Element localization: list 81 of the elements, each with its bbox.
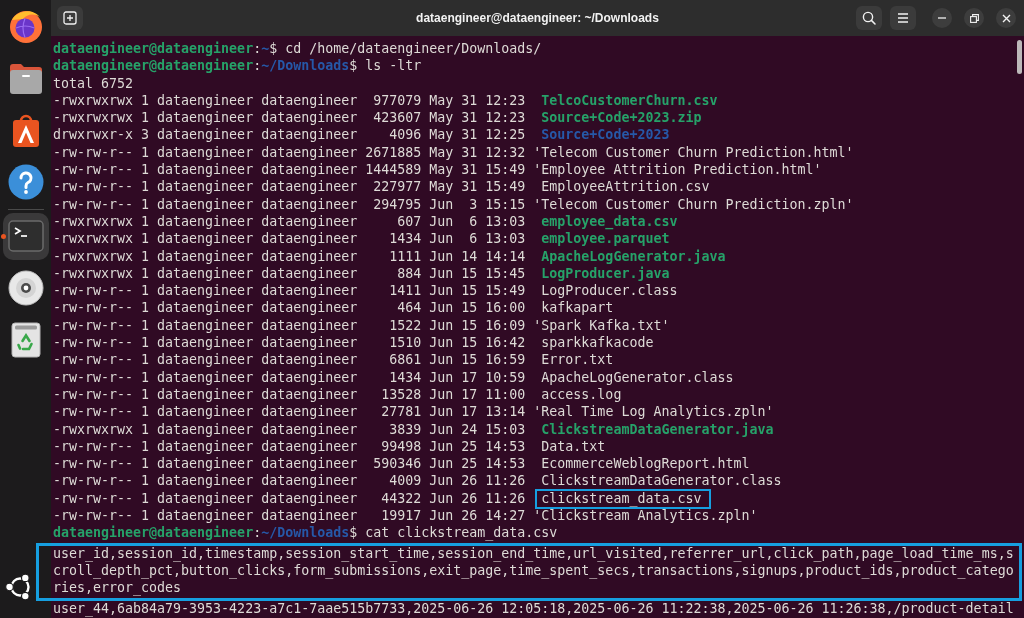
file-details: -rw-rw-r-- 1 dataengineer dataengineer 1522 Jun 15 16:09	[53, 316, 526, 335]
plus-box-icon	[63, 11, 77, 25]
new-tab-button[interactable]	[57, 6, 83, 30]
question-mark-icon[interactable]	[7, 164, 44, 200]
file-name: 'Telecom Customer Churn Prediction.html'	[533, 144, 854, 160]
file-details: -rw-rw-r-- 1 dataengineer dataengineer 2671885 May 31 12:32	[53, 143, 526, 162]
menu-button[interactable]	[890, 6, 916, 30]
menu-icon	[897, 13, 909, 23]
file-name: clickstream_data.csv	[541, 490, 702, 506]
file-details: -rw-rw-r-- 1 dataengineer dataengineer 227977 May 31 15:49	[53, 178, 526, 196]
file-name: 'Telecom Customer Churn Prediction.zpln'	[533, 196, 854, 212]
file-name: Data.txt	[541, 438, 606, 454]
file-name: employee_data.csv	[541, 213, 678, 229]
file-details: -rw-rw-r-- 1 dataengineer dataengineer 1510 Jun 15 16:42	[53, 334, 526, 352]
file-name: Error.txt	[541, 352, 614, 368]
folder-icon[interactable]	[7, 61, 44, 95]
file-name: employee.parquet	[541, 231, 670, 247]
shopping-bag-icon[interactable]	[10, 112, 41, 148]
minimize-button[interactable]	[932, 8, 952, 28]
command-line: dataengineer@dataengineer:~$ cd /home/dataengineer/Downloads/	[53, 40, 542, 58]
terminal-icon[interactable]	[7, 220, 44, 252]
file-name: EmployeeAttrition.csv	[541, 179, 710, 195]
file-details: -rw-rw-r-- 1 dataengineer dataengineer 6861 Jun 15 16:59	[53, 351, 526, 369]
file-details: -rw-rw-r-- 1 dataengineer dataengineer 1434 Jun 17 10:59	[53, 368, 526, 386]
window-title: dataengineer@dataengineer: ~/Downloads	[416, 10, 659, 27]
file-name: ClickstreamDataGenerator.java	[541, 421, 774, 437]
file-name: LogProducer.class	[541, 283, 678, 299]
file-details: -rwxrwxrwx 1 dataengineer dataengineer 884 Jun 15 15:45	[53, 264, 526, 283]
file-details: -rw-rw-r-- 1 dataengineer dataengineer 590346 Jun 25 14:53	[53, 455, 526, 473]
search-button[interactable]	[856, 6, 882, 30]
file-details: -rwxrwxrwx 1 dataengineer dataengineer 1111 Jun 14 14:14	[53, 247, 526, 265]
output-line: total 6752	[53, 74, 134, 92]
file-name: ApacheLogGenerator.class	[541, 369, 734, 385]
file-details: -rw-rw-r-- 1 dataengineer dataengineer 19917 Jun 26 14:27	[53, 507, 526, 525]
file-details: -rwxrwxrwx 1 dataengineer dataengineer 1434 Jun 6 13:03	[53, 230, 526, 248]
file-details: -rw-rw-r-- 1 dataengineer dataengineer 1444589 May 31 15:49	[53, 161, 526, 179]
file-details: -rwxrwxrwx 1 dataengineer dataengineer 3839 Jun 24 15:03	[53, 420, 526, 438]
recycle-bin-icon[interactable]	[9, 322, 42, 358]
file-name: Source+Code+2023	[541, 127, 670, 143]
minimize-icon	[938, 17, 946, 19]
file-details: -rw-rw-r-- 1 dataengineer dataengineer 4009 Jun 26 11:26	[53, 472, 526, 490]
file-name: ApacheLogGenerator.java	[541, 248, 726, 264]
file-details: -rwxrwxrwx 1 dataengineer dataengineer 607 Jun 6 13:03	[53, 212, 526, 231]
file-name: 'Employee Attrition Prediction.html'	[533, 162, 822, 178]
file-name: LogProducer.java	[541, 265, 670, 281]
close-icon	[1001, 13, 1011, 23]
close-button[interactable]	[996, 8, 1016, 28]
file-details: -rw-rw-r-- 1 dataengineer dataengineer 1411 Jun 15 15:49	[53, 282, 526, 300]
file-details: -rw-rw-r-- 1 dataengineer dataengineer 99498 Jun 25 14:53	[53, 437, 526, 456]
file-name: sparkkafkacode	[541, 335, 654, 351]
file-name: Source+Code+2023.zip	[541, 110, 702, 126]
file-details: -rw-rw-r-- 1 dataengineer dataengineer 27781 Jun 17 13:14	[53, 403, 526, 421]
file-details: -rwxrwxrwx 1 dataengineer dataengineer 423607 May 31 12:23	[53, 109, 526, 127]
command-line: dataengineer@dataengineer:~/Downloads$ cat clickstream_data.csv	[53, 524, 558, 542]
file-details: -rw-rw-r-- 1 dataengineer dataengineer 464 Jun 15 16:00	[53, 299, 526, 317]
file-details: -rwxrwxrwx 1 dataengineer dataengineer 977079 May 31 12:23	[53, 91, 526, 110]
output-line: user_44,6ab84a79-3953-4223-a7c1-7aae515b7733,2025-06-26 12:05:18,2025-06-26 11:22:38,2025-06-26 11:26:38,/product-detail	[53, 599, 1014, 617]
file-details: -rw-rw-r-- 1 dataengineer dataengineer 294795 Jun 3 15:15	[53, 195, 526, 213]
file-name: 'Real Time Log Analytics.zpln'	[533, 404, 774, 420]
output-line: croll_depth_pct,button_clicks,form_submissions,exit_page,time_spent_secs,transactions,signups,product_ids,product_catego	[53, 562, 1014, 580]
file-name: kafkapart	[541, 300, 614, 316]
output-line: user_id,session_id,timestamp,session_start_time,session_end_time,url_visited,referrer_url,click_path,page_load_time_ms,s	[53, 544, 1014, 562]
file-name: TelcoCustomerChurn.csv	[541, 92, 718, 108]
scrollbar[interactable]	[1017, 40, 1022, 74]
disc-icon[interactable]	[7, 270, 44, 306]
search-icon	[862, 11, 876, 25]
output-line: ries,error_codes	[53, 579, 182, 597]
restore-button[interactable]	[964, 8, 984, 28]
globe-icon[interactable]	[7, 8, 44, 44]
file-details: -rw-rw-r-- 1 dataengineer dataengineer 44322 Jun 26 11:26	[53, 489, 526, 507]
dock-item[interactable]	[2, 212, 49, 260]
file-name: access.log	[541, 386, 622, 402]
file-details: drwxrwxr-x 3 dataengineer dataengineer 4096 May 31 12:25	[53, 126, 526, 144]
restore-icon	[969, 13, 979, 23]
file-name: 'Spark Kafka.txt'	[533, 317, 670, 333]
command-line: dataengineer@dataengineer:~/Downloads$ ls -ltr	[53, 57, 422, 75]
file-name: EcommerceWeblogReport.html	[541, 456, 750, 472]
status-dot-icon	[1, 234, 6, 239]
file-details: -rw-rw-r-- 1 dataengineer dataengineer 13528 Jun 17 11:00	[53, 385, 526, 404]
file-name: ClickstreamDataGenerator.class	[541, 473, 782, 489]
file-name: 'Clickstream Analytics.zpln'	[533, 508, 758, 523]
